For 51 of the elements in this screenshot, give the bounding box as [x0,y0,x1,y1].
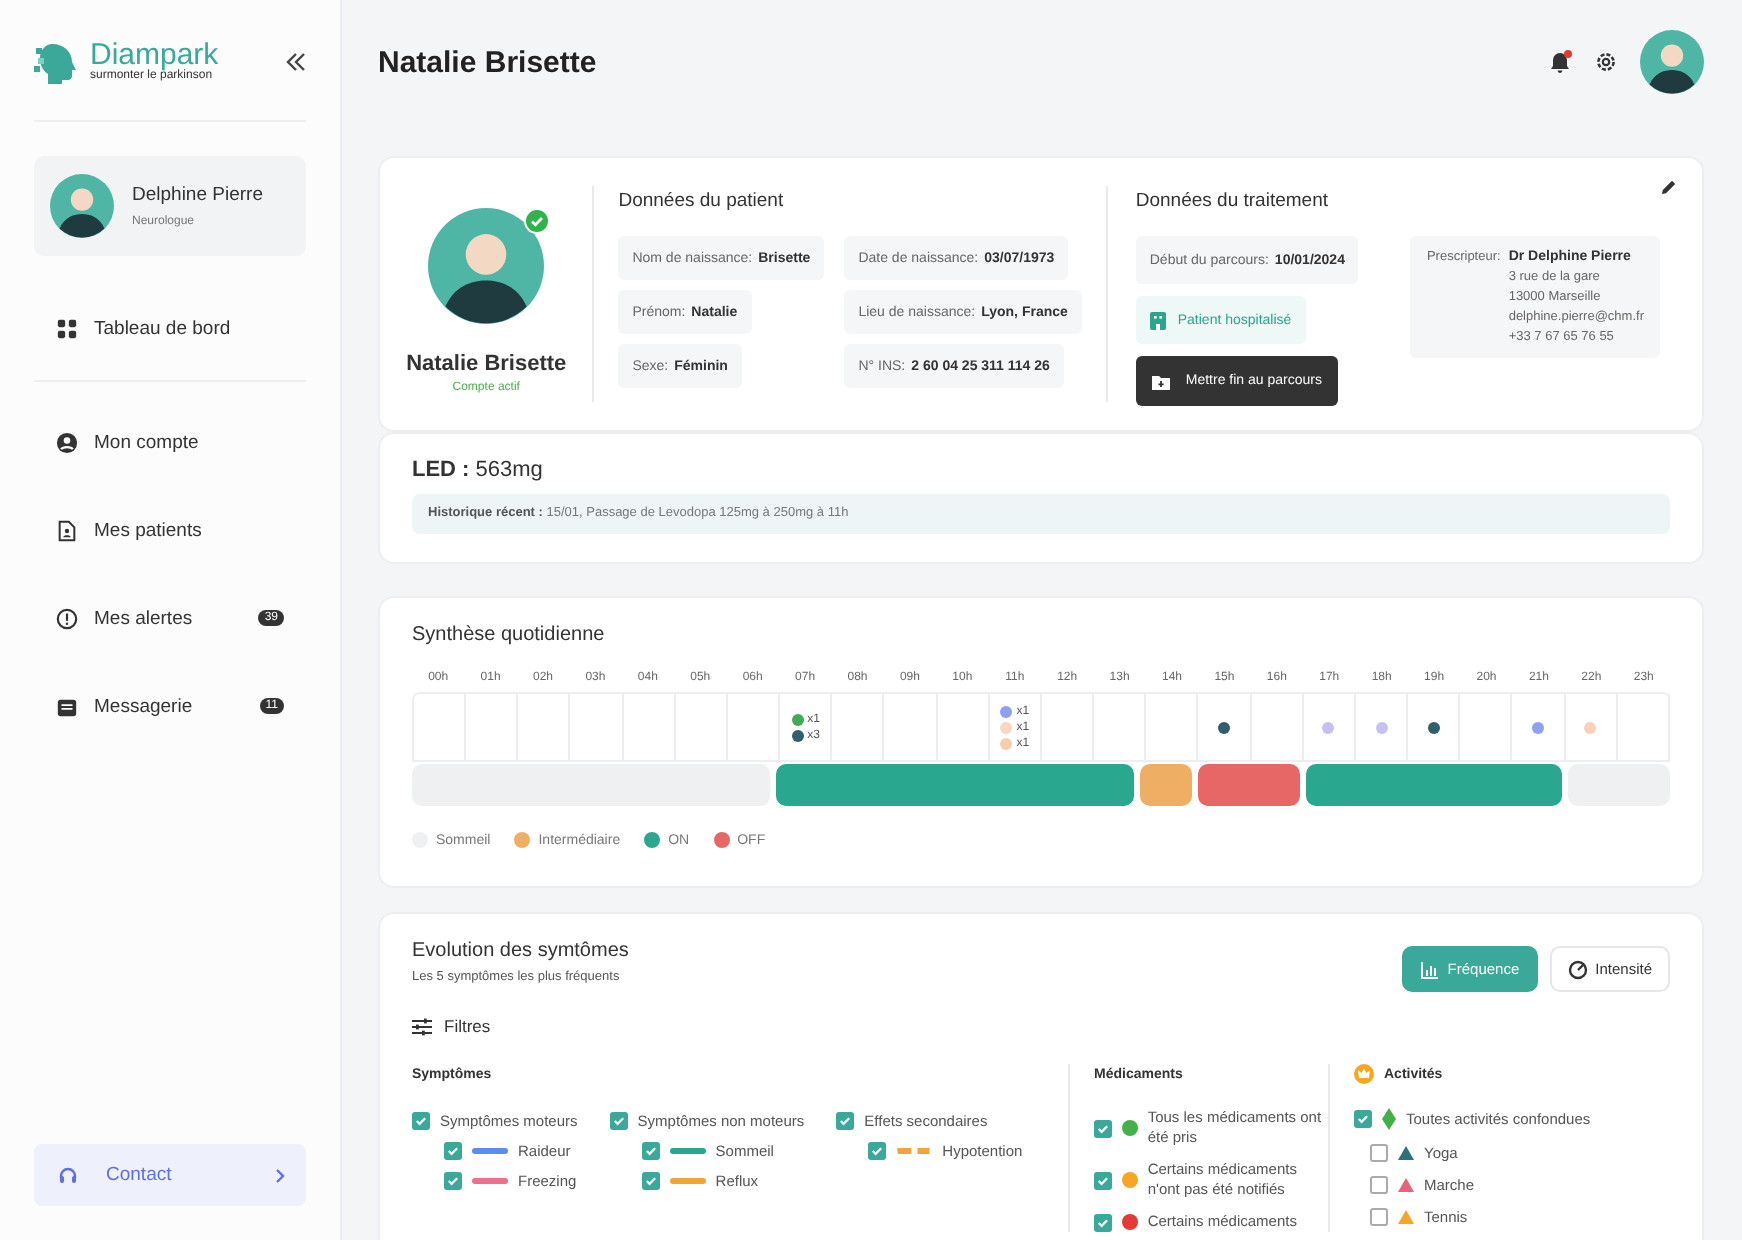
headset-icon [58,1165,78,1185]
checkbox[interactable] [1094,1213,1112,1231]
checkbox[interactable] [1354,1110,1372,1128]
checkbox[interactable] [641,1142,660,1160]
nav-item[interactable]: Mon compte [34,398,306,486]
crown-badge-icon [1354,1064,1374,1084]
contact-button[interactable]: Contact [34,1144,306,1206]
inbox-icon [56,695,78,717]
brand-name: Diampark [90,40,219,70]
user-name: Delphine Pierre [132,184,263,206]
head-logo-icon [34,40,78,84]
building-icon [1149,311,1166,329]
patient-avatar [428,208,545,324]
settings-icon[interactable] [1594,50,1618,74]
checkbox[interactable] [1094,1171,1112,1189]
checkbox[interactable] [641,1172,660,1190]
user-circle-icon [56,431,78,453]
bar-chart-icon [1419,959,1440,979]
checkbox[interactable] [444,1142,462,1160]
checkbox[interactable] [444,1172,462,1190]
filters-label: Filtres [444,1016,491,1036]
bell-icon[interactable] [1548,50,1572,74]
chevron-right-icon [274,1167,286,1183]
checkbox[interactable] [1370,1144,1388,1162]
checkbox[interactable] [868,1142,887,1160]
checkbox[interactable] [836,1112,855,1130]
user-avatar [1640,30,1704,94]
nav-item[interactable]: Tableau de bord [34,284,306,372]
sliders-icon [412,1017,432,1035]
section-title: Données du patient [618,190,786,212]
pencil-icon[interactable] [1660,178,1678,196]
diamond-icon [1382,1108,1396,1130]
patient-name: Natalie Brisette [406,352,567,376]
page-title: Natalie Brisette [378,45,597,79]
folder-icon [1151,373,1170,389]
checkbox[interactable] [1370,1208,1388,1226]
checkbox[interactable] [412,1112,430,1130]
checkbox[interactable] [1370,1176,1388,1194]
nav-item[interactable]: Mes patients [34,486,306,574]
checkbox[interactable] [1094,1119,1112,1137]
card-title: Evolution des symtômes [412,940,629,962]
led-value: LED : 563mg [412,458,545,482]
grid-icon [56,317,78,339]
document-icon [56,519,78,541]
collapse-icon[interactable] [286,52,306,72]
section-title: Données du traitement [1135,190,1330,212]
alert-circle-icon [56,607,78,629]
user-avatar [50,174,114,238]
checkbox[interactable] [609,1112,628,1130]
dial-icon [1567,959,1588,979]
card-title: Synthèse quotidienne [412,624,607,646]
